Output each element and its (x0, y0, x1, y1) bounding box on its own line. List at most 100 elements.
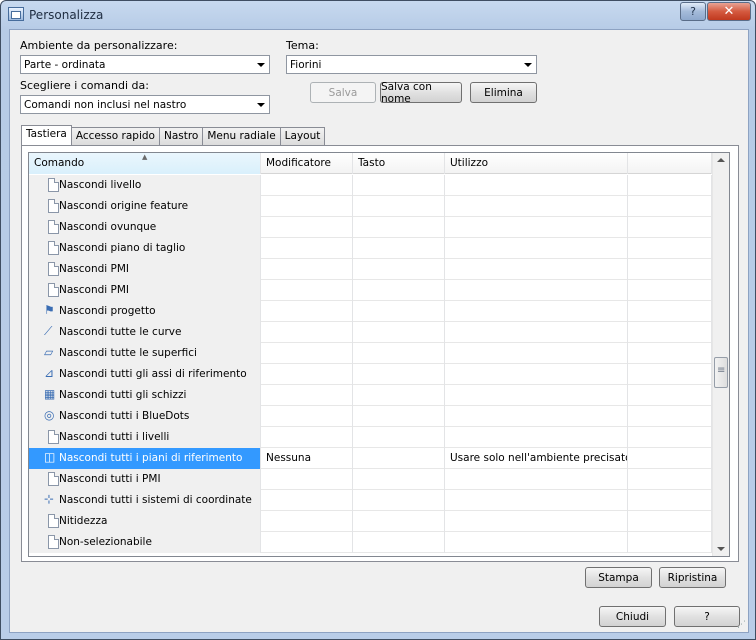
modifier-cell[interactable] (261, 259, 353, 280)
environment-select[interactable]: Parte - ordinata (20, 55, 270, 74)
modifier-cell[interactable] (261, 385, 353, 406)
spare-cell[interactable] (628, 322, 712, 343)
modifier-cell[interactable] (261, 406, 353, 427)
table-row[interactable]: Nascondi tutti i PMI (29, 469, 712, 490)
print-button[interactable]: Stampa (585, 567, 652, 588)
command-cell[interactable]: ▦ Nascondi tutti gli schizzi (29, 385, 261, 406)
usage-cell[interactable] (445, 511, 628, 532)
command-cell[interactable]: ◎ Nascondi tutti i BlueDots (29, 406, 261, 427)
scroll-up-icon[interactable] (717, 158, 725, 162)
key-cell[interactable] (353, 301, 445, 322)
modifier-cell[interactable] (261, 364, 353, 385)
table-row[interactable]: Nascondi ovunque (29, 217, 712, 238)
modifier-cell[interactable]: Nessuna (261, 448, 353, 469)
spare-cell[interactable] (628, 301, 712, 322)
key-cell[interactable] (353, 322, 445, 343)
usage-cell[interactable] (445, 301, 628, 322)
command-cell[interactable]: ⟋ Nascondi tutte le curve (29, 322, 261, 343)
spare-cell[interactable] (628, 259, 712, 280)
spare-cell[interactable] (628, 427, 712, 448)
key-cell[interactable] (353, 364, 445, 385)
command-cell[interactable]: Non-selezionabile (29, 532, 261, 553)
modifier-cell[interactable] (261, 175, 353, 196)
command-cell[interactable]: ⊹ Nascondi tutti i sistemi di coordinate (29, 490, 261, 511)
scrollbar-thumb[interactable] (714, 357, 728, 388)
spare-cell[interactable] (628, 385, 712, 406)
usage-cell[interactable] (445, 364, 628, 385)
command-cell[interactable]: Nascondi ovunque (29, 217, 261, 238)
column-header-key[interactable]: Tasto (353, 153, 445, 174)
table-row[interactable]: ▦ Nascondi tutti gli schizzi (29, 385, 712, 406)
command-cell[interactable]: ◫ Nascondi tutti i piani di riferimento (29, 448, 261, 469)
usage-cell[interactable] (445, 196, 628, 217)
modifier-cell[interactable] (261, 280, 353, 301)
usage-cell[interactable] (445, 280, 628, 301)
usage-cell[interactable] (445, 343, 628, 364)
key-cell[interactable] (353, 511, 445, 532)
usage-cell[interactable] (445, 469, 628, 490)
usage-cell[interactable] (445, 385, 628, 406)
usage-cell[interactable] (445, 259, 628, 280)
command-cell[interactable]: Nascondi livello (29, 175, 261, 196)
modifier-cell[interactable] (261, 301, 353, 322)
usage-cell[interactable] (445, 427, 628, 448)
command-cell[interactable]: Nascondi tutti i livelli (29, 427, 261, 448)
table-row[interactable]: Nascondi PMI (29, 280, 712, 301)
modifier-cell[interactable] (261, 469, 353, 490)
key-cell[interactable] (353, 280, 445, 301)
spare-cell[interactable] (628, 238, 712, 259)
tab-ribbon[interactable]: Nastro (158, 127, 204, 145)
usage-cell[interactable] (445, 238, 628, 259)
command-cell[interactable]: Nitidezza (29, 511, 261, 532)
key-cell[interactable] (353, 469, 445, 490)
command-cell[interactable]: Nascondi PMI (29, 259, 261, 280)
key-cell[interactable] (353, 448, 445, 469)
key-cell[interactable] (353, 217, 445, 238)
table-row[interactable]: Nascondi origine feature (29, 196, 712, 217)
tab-quick-access[interactable]: Accesso rapido (70, 127, 160, 145)
close-button[interactable]: Chiudi (599, 606, 666, 627)
command-cell[interactable]: Nascondi PMI (29, 280, 261, 301)
modifier-cell[interactable] (261, 217, 353, 238)
usage-cell[interactable] (445, 175, 628, 196)
key-cell[interactable] (353, 238, 445, 259)
tab-radial-menu[interactable]: Menu radiale (202, 127, 281, 145)
table-row[interactable]: Non-selezionabile (29, 532, 712, 553)
spare-cell[interactable] (628, 469, 712, 490)
table-row[interactable]: ⊹ Nascondi tutti i sistemi di coordinate (29, 490, 712, 511)
tab-layout[interactable]: Layout (279, 127, 326, 145)
modifier-cell[interactable] (261, 238, 353, 259)
modifier-cell[interactable] (261, 196, 353, 217)
table-row[interactable]: Nascondi tutti i livelli (29, 427, 712, 448)
command-cell[interactable]: Nascondi origine feature (29, 196, 261, 217)
column-header-usage[interactable]: Utilizzo (445, 153, 628, 174)
spare-cell[interactable] (628, 217, 712, 238)
key-cell[interactable] (353, 343, 445, 364)
title-help-button[interactable]: ? (680, 2, 706, 21)
title-close-button[interactable]: ✕ (707, 2, 751, 21)
restore-button[interactable]: Ripristina (659, 567, 726, 588)
usage-cell[interactable] (445, 406, 628, 427)
spare-cell[interactable] (628, 532, 712, 553)
table-row[interactable]: ⚑ Nascondi progetto (29, 301, 712, 322)
table-row[interactable]: ◎ Nascondi tutti i BlueDots (29, 406, 712, 427)
key-cell[interactable] (353, 427, 445, 448)
command-cell[interactable]: ⚑ Nascondi progetto (29, 301, 261, 322)
save-button[interactable]: Salva (310, 82, 376, 103)
spare-cell[interactable] (628, 364, 712, 385)
theme-select[interactable]: Fiorini (286, 55, 537, 74)
modifier-cell[interactable] (261, 511, 353, 532)
spare-cell[interactable] (628, 175, 712, 196)
spare-cell[interactable] (628, 448, 712, 469)
spare-cell[interactable] (628, 511, 712, 532)
command-cell[interactable]: ▱ Nascondi tutte le superfici (29, 343, 261, 364)
key-cell[interactable] (353, 175, 445, 196)
table-row[interactable]: ▱ Nascondi tutte le superfici (29, 343, 712, 364)
spare-cell[interactable] (628, 196, 712, 217)
key-cell[interactable] (353, 385, 445, 406)
column-header-modifier[interactable]: Modificatore (261, 153, 353, 174)
key-cell[interactable] (353, 406, 445, 427)
key-cell[interactable] (353, 490, 445, 511)
table-row[interactable]: ⊿ Nascondi tutti gli assi di riferimento (29, 364, 712, 385)
usage-cell[interactable] (445, 217, 628, 238)
